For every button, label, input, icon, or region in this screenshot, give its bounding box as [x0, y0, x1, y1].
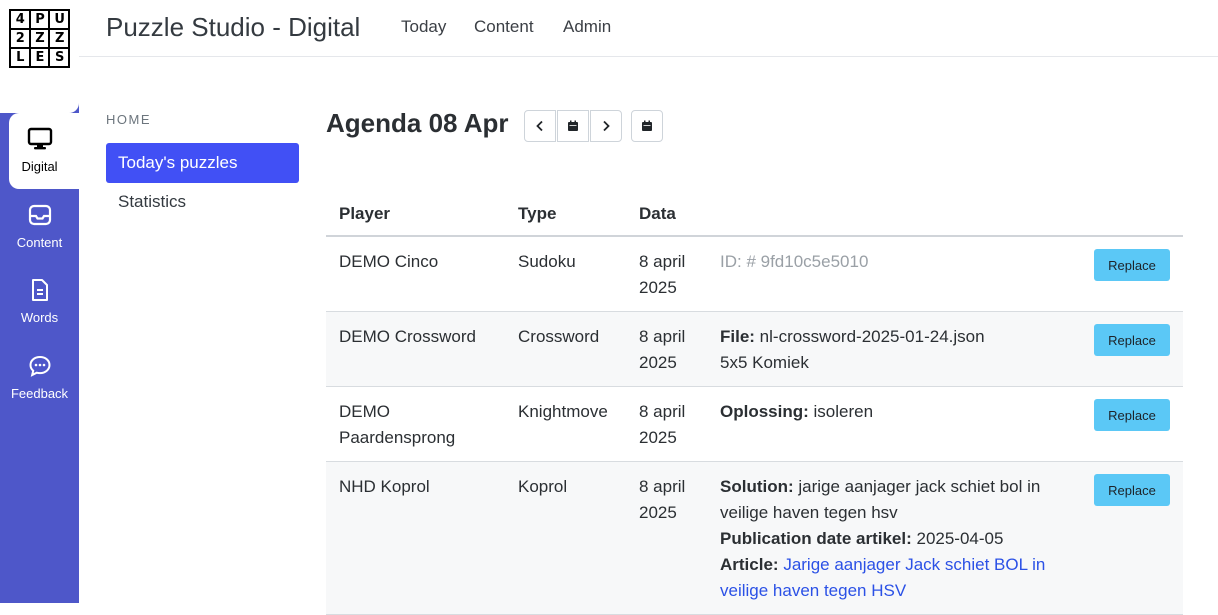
rail-item-feedback[interactable]: Feedback: [0, 340, 79, 416]
file-label: File:: [720, 327, 755, 346]
rail-item-label: Feedback: [10, 386, 69, 401]
logo-letter: P: [30, 11, 49, 28]
rail-item-label: Content: [16, 235, 63, 250]
side-rail: 4 P U 2 Z Z L E S Digital Content Words …: [0, 0, 79, 603]
cell-type: Knightmove: [505, 386, 626, 462]
table-row: DEMO Cinco Sudoku 8 april 2025 ID: # 9fd…: [326, 236, 1183, 312]
subnav-todays-puzzles[interactable]: Today's puzzles: [106, 143, 299, 183]
page-title: Agenda 08 Apr: [326, 108, 509, 138]
section-label: HOME: [106, 112, 151, 127]
solution-value: isoleren: [808, 402, 874, 421]
rail-item-digital[interactable]: Digital: [9, 113, 79, 189]
table-row: NHD Koprol Koprol 8 april 2025 Solution:…: [326, 461, 1183, 615]
nav-content[interactable]: Content: [474, 17, 534, 37]
table-header-row: Player Type Data: [326, 192, 1183, 237]
cell-date: 8 april 2025: [626, 236, 707, 312]
logo-letter: 4: [11, 11, 29, 28]
cell-type: Crossword: [505, 311, 626, 387]
cell-details: Solution: jarige aanjager jack schiet bo…: [707, 461, 1081, 615]
prev-day-button[interactable]: [524, 110, 556, 142]
document-icon: [31, 279, 48, 301]
replace-button[interactable]: Replace: [1094, 324, 1170, 356]
chevron-left-icon: [536, 120, 543, 132]
cell-player: NHD Koprol: [326, 461, 505, 615]
logo-letter: 2: [11, 30, 29, 47]
replace-button[interactable]: Replace: [1094, 249, 1170, 281]
inbox-icon: [28, 204, 51, 226]
calendar-icon: [642, 120, 652, 131]
nav-today[interactable]: Today: [401, 17, 446, 37]
rail-item-content[interactable]: Content: [0, 189, 79, 265]
cell-date: 8 april 2025: [626, 386, 707, 462]
cell-actions: Replace: [1081, 236, 1183, 312]
rail-item-label: Digital: [21, 159, 58, 174]
cell-player: DEMO Paardensprong: [326, 386, 505, 462]
cell-details: Oplossing: isoleren: [707, 386, 1081, 462]
cell-date: 8 april 2025: [626, 461, 707, 615]
cell-date: 8 april 2025: [626, 311, 707, 387]
column-header-actions: [1081, 192, 1183, 237]
solution-label: Solution:: [720, 477, 794, 496]
logo-letter: S: [50, 49, 68, 66]
app-title: Puzzle Studio - Digital: [106, 12, 361, 42]
rail-item-words[interactable]: Words: [0, 264, 79, 340]
publication-date-value: 2025-04-05: [911, 529, 1004, 548]
cell-details: File: nl-crossword-2025-01-24.json 5x5 K…: [707, 311, 1081, 387]
cell-actions: Replace: [1081, 311, 1183, 387]
logo-area: 4 P U 2 Z Z L E S: [0, 0, 79, 113]
column-header-type: Type: [505, 192, 626, 237]
column-header-data: Data: [626, 192, 707, 237]
logo-letter: Z: [50, 30, 68, 47]
cell-player: DEMO Cinco: [326, 236, 505, 312]
calendar-icon: [568, 120, 578, 131]
chat-icon: [28, 355, 51, 377]
solution-label: Oplossing:: [720, 402, 809, 421]
logo-letter: L: [11, 49, 29, 66]
chevron-right-icon: [603, 120, 610, 132]
today-button[interactable]: [557, 110, 589, 142]
puzzle-extra: 5x5 Komiek: [720, 353, 809, 372]
subnav-statistics[interactable]: Statistics: [106, 182, 299, 222]
top-header: Puzzle Studio - Digital Today Content Ad…: [79, 0, 1218, 57]
logo[interactable]: 4 P U 2 Z Z L E S: [9, 9, 70, 68]
cell-type: Koprol: [505, 461, 626, 615]
article-label: Article:: [720, 555, 779, 574]
cell-type: Sudoku: [505, 236, 626, 312]
logo-letter: E: [30, 49, 49, 66]
file-value: nl-crossword-2025-01-24.json: [754, 327, 985, 346]
publication-date-label: Publication date artikel:: [720, 529, 912, 548]
puzzle-id: ID: # 9fd10c5e5010: [720, 252, 869, 271]
table-row: DEMO Crossword Crossword 8 april 2025 Fi…: [326, 311, 1183, 387]
column-header-player: Player: [326, 192, 505, 237]
next-day-button[interactable]: [590, 110, 622, 142]
date-picker-button[interactable]: [631, 110, 663, 142]
nav-admin[interactable]: Admin: [563, 17, 611, 37]
column-header-details: [707, 192, 1081, 237]
table-row: DEMO Paardensprong Knightmove 8 april 20…: [326, 386, 1183, 462]
replace-button[interactable]: Replace: [1094, 474, 1170, 506]
monitor-icon: [27, 127, 52, 150]
puzzles-table: Player Type Data DEMO Cinco Sudoku 8 apr…: [326, 192, 1183, 615]
cell-actions: Replace: [1081, 461, 1183, 615]
replace-button[interactable]: Replace: [1094, 399, 1170, 431]
logo-letter: Z: [30, 30, 49, 47]
logo-letter: U: [50, 11, 68, 28]
cell-player: DEMO Crossword: [326, 311, 505, 387]
rail-item-label: Words: [20, 310, 59, 325]
cell-actions: Replace: [1081, 386, 1183, 462]
cell-details: ID: # 9fd10c5e5010: [707, 236, 1081, 312]
